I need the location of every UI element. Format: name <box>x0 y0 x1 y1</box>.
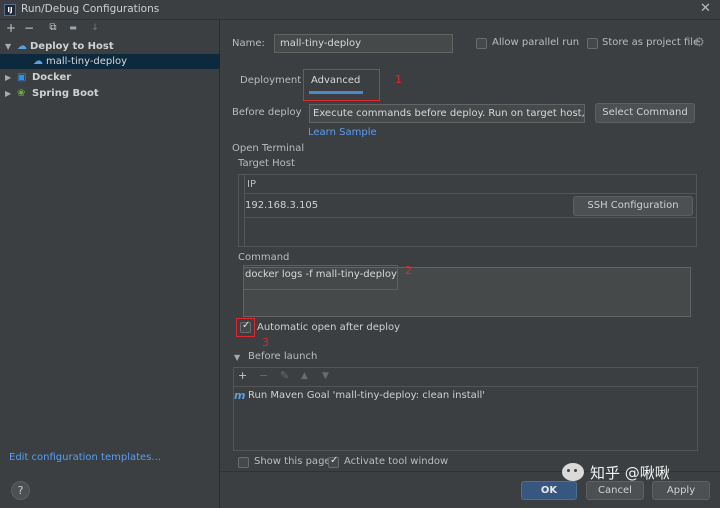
table-divider <box>244 217 697 218</box>
name-label: Name: <box>232 38 265 49</box>
auto-open-label: Automatic open after deploy <box>257 322 401 333</box>
before-launch-heading: Before launch <box>248 351 318 362</box>
show-page-checkbox[interactable] <box>238 457 249 468</box>
add-config-icon[interactable]: + <box>4 21 18 35</box>
cancel-button[interactable]: Cancel <box>586 481 644 500</box>
before-deploy-input[interactable]: Execute commands before deploy. Run on t… <box>309 104 585 123</box>
chevron-down-icon[interactable]: ▼ <box>234 353 240 362</box>
spring-boot-icon: ❀ <box>17 88 26 99</box>
allow-parallel-label: Allow parallel run <box>492 37 580 48</box>
chevron-down-icon[interactable]: ▼ <box>5 39 11 54</box>
select-command-button[interactable]: Select Command <box>595 103 695 123</box>
wechat-icon <box>562 463 584 481</box>
docker-icon: ▣ <box>17 72 27 83</box>
remove-task-icon[interactable]: − <box>259 369 268 382</box>
ssh-configuration-button[interactable]: SSH Configuration <box>573 196 693 216</box>
help-button[interactable]: ? <box>11 481 30 500</box>
edit-task-icon[interactable]: ✎ <box>280 369 289 382</box>
activate-tool-label: Activate tool window <box>344 456 449 467</box>
activate-tool-checkbox[interactable] <box>328 455 339 468</box>
watermark-text: 知乎 @啾啾 <box>590 464 670 482</box>
tree-item-label: mall-tiny-deploy <box>46 56 128 67</box>
close-icon[interactable]: ✕ <box>700 1 711 16</box>
before-launch-item[interactable]: Run Maven Goal 'mall-tiny-deploy: clean … <box>248 390 485 401</box>
learn-sample-link[interactable]: Learn Sample <box>308 127 377 138</box>
tree-item-label: Docker <box>32 72 72 83</box>
store-as-project-checkbox[interactable] <box>587 38 598 49</box>
name-input[interactable]: mall-tiny-deploy <box>274 34 453 53</box>
tab-deployment[interactable]: Deployment <box>240 75 301 86</box>
allow-parallel-checkbox[interactable] <box>476 38 487 49</box>
target-host-label: Target Host <box>238 158 295 169</box>
edit-templates-link[interactable]: Edit configuration templates... <box>9 452 161 463</box>
deploy-icon: ☁ <box>17 41 27 52</box>
annotation-1: 1 <box>395 73 402 86</box>
window-title: Run/Debug Configurations <box>21 3 160 15</box>
chevron-right-icon[interactable]: ▶ <box>5 70 11 85</box>
tree-item-mall-tiny-deploy[interactable]: ☁ mall-tiny-deploy <box>0 54 220 69</box>
copy-config-icon[interactable]: ⧉ <box>46 21 60 35</box>
apply-button[interactable]: Apply <box>652 481 710 500</box>
move-down-icon[interactable]: ▼ <box>322 371 329 381</box>
highlight-box-3 <box>236 318 255 337</box>
ip-column-header: IP <box>247 179 256 190</box>
tree-item-label: Spring Boot <box>32 88 99 99</box>
annotation-2: 2 <box>405 264 412 277</box>
open-terminal-heading: Open Terminal <box>232 143 305 154</box>
highlight-box-1 <box>303 69 380 101</box>
list-toolbar-divider <box>233 386 698 387</box>
table-divider <box>244 193 697 194</box>
move-up-icon[interactable]: ▲ <box>301 371 308 381</box>
gear-icon[interactable]: ⚙ <box>694 35 705 49</box>
tree-item-docker[interactable]: ▶ ▣ Docker <box>0 70 220 85</box>
maven-icon: m <box>234 389 246 402</box>
show-page-label: Show this page <box>254 456 331 467</box>
ip-cell[interactable]: 192.168.3.105 <box>245 200 318 211</box>
ok-button[interactable]: OK <box>521 481 577 500</box>
sort-icon[interactable]: ↓ <box>88 21 102 35</box>
highlight-box-2 <box>243 265 398 290</box>
tree-item-spring-boot[interactable]: ▶ ❀ Spring Boot <box>0 86 220 101</box>
remove-config-icon[interactable]: − <box>22 21 36 35</box>
store-as-project-label: Store as project file <box>602 37 700 48</box>
before-deploy-label: Before deploy <box>232 107 302 118</box>
folder-icon[interactable]: ▬ <box>66 21 80 35</box>
chevron-right-icon[interactable]: ▶ <box>5 86 11 101</box>
add-task-icon[interactable]: + <box>238 369 247 382</box>
deploy-icon: ☁ <box>33 56 43 67</box>
app-icon: IJ <box>4 4 16 16</box>
tree-item-deploy-to-host[interactable]: ▼ ☁ Deploy to Host <box>0 39 220 54</box>
tree-item-label: Deploy to Host <box>30 41 114 52</box>
command-label: Command <box>238 252 290 263</box>
annotation-3: 3 <box>262 336 269 349</box>
